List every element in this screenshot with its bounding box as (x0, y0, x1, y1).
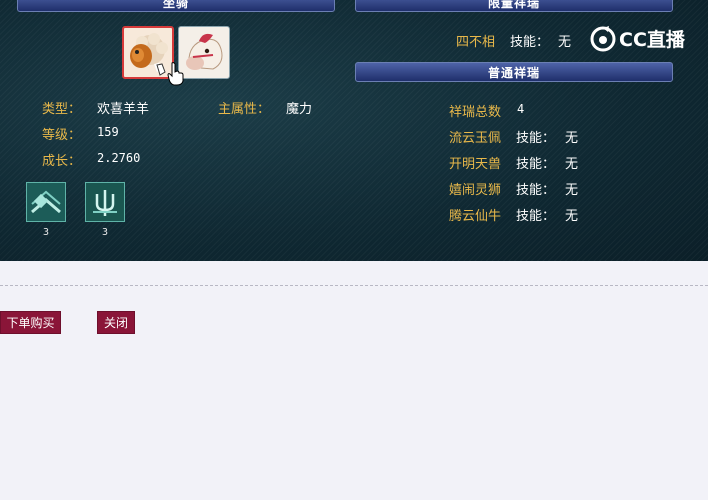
mount-header: 坐骑 (17, 0, 335, 12)
skill-level: 3 (102, 227, 109, 238)
xiangrui-skill-value: 无 (565, 209, 579, 224)
main-attribute-value: 魔力 (286, 102, 313, 117)
buy-button[interactable]: 下单购买 (0, 311, 61, 334)
xiangrui-item-name: 流云玉佩 (449, 131, 502, 146)
skill-level: 3 (43, 227, 50, 238)
xiangrui-item-name: 开明天兽 (449, 157, 502, 172)
cc-live-logo: CC直播 (590, 25, 685, 52)
limited-xiangrui-name: 四不相 (456, 35, 496, 50)
cc-logo-icon (590, 25, 616, 51)
type-value: 欢喜羊羊 (97, 102, 150, 117)
type-label: 类型： (42, 102, 82, 117)
skill-trident-icon[interactable] (85, 182, 125, 222)
level-label: 等级： (42, 128, 82, 143)
level-value: 159 (97, 125, 119, 139)
normal-xiangrui-header: 普通祥瑞 (355, 62, 673, 82)
cc-logo-text: CC直播 (619, 29, 685, 51)
horse-icon (186, 33, 223, 70)
xiangrui-item-name: 嬉闹灵狮 (449, 183, 502, 198)
game-info-panel: 坐骑 限量祥瑞 类型： 欢喜羊羊 主属性： 魔力 等级： 159 成长： 2.2… (0, 0, 708, 261)
close-button[interactable]: 关闭 (97, 311, 135, 334)
growth-value: 2.2760 (97, 151, 141, 165)
xiangrui-skill-label: 技能： (516, 157, 556, 172)
section-divider (0, 285, 708, 286)
xiangrui-total-label: 祥瑞总数 (449, 105, 502, 120)
limited-skill-value: 无 (558, 35, 572, 50)
sheep-icon (130, 33, 168, 76)
xiangrui-skill-label: 技能： (516, 209, 556, 224)
xiangrui-skill-value: 无 (565, 157, 579, 172)
xiangrui-skill-label: 技能： (516, 183, 556, 198)
limited-skill-label: 技能： (510, 35, 550, 50)
growth-label: 成长： (42, 154, 82, 169)
xiangrui-skill-value: 无 (565, 131, 579, 146)
hand-cursor-icon (167, 62, 184, 86)
limited-xiangrui-header: 限量祥瑞 (355, 0, 673, 12)
xiangrui-item-name: 腾云仙牛 (449, 209, 502, 224)
main-attribute-label: 主属性： (218, 102, 271, 117)
skill-rune-icon[interactable] (26, 182, 66, 222)
xiangrui-total-value: 4 (517, 102, 525, 116)
xiangrui-skill-label: 技能： (516, 131, 556, 146)
xiangrui-skill-value: 无 (565, 183, 579, 198)
horse-mount-portrait[interactable] (178, 26, 230, 79)
